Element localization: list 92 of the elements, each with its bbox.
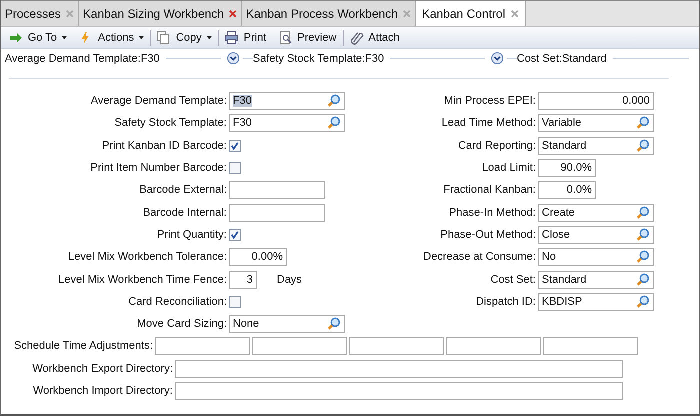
field-label: Level Mix Workbench Tolerance: xyxy=(67,251,227,264)
toolbar-button[interactable]: Actions xyxy=(73,30,150,44)
field-label: Barcode Internal: xyxy=(142,206,227,219)
input-field[interactable] xyxy=(155,337,250,356)
lookup-field[interactable]: Close xyxy=(538,226,654,244)
search-icon[interactable] xyxy=(327,116,341,130)
tab-label: Kanban Process Workbench xyxy=(246,6,398,20)
input-field[interactable] xyxy=(446,337,541,356)
input-field[interactable] xyxy=(175,360,623,378)
close-icon[interactable] xyxy=(510,10,518,18)
arrow-icon xyxy=(9,30,23,44)
field-label: Lead Time Method: xyxy=(440,117,536,130)
field-label: Fractional Kanban: xyxy=(442,184,536,196)
field-label: Phase-In Method: xyxy=(448,206,536,219)
field-label: Dispatch ID: xyxy=(475,296,536,308)
summary-label: Cost Set:Standard xyxy=(517,52,607,64)
input-field[interactable] xyxy=(252,337,347,356)
lookup-field[interactable]: F30 xyxy=(229,92,345,110)
input-field[interactable]: 0.000 xyxy=(538,92,654,110)
caret-icon xyxy=(139,36,144,40)
search-icon[interactable] xyxy=(636,228,650,242)
lookup-field[interactable]: Standard xyxy=(538,270,654,289)
paperclip-icon xyxy=(350,30,364,44)
input-field[interactable] xyxy=(229,181,325,200)
tab-label: Kanban Control xyxy=(422,6,506,20)
copy-icon xyxy=(157,30,172,44)
tab[interactable]: Kanban Sizing Workbench xyxy=(79,1,242,26)
field-label: Min Process EPEI: xyxy=(443,95,536,108)
toolbar-button[interactable]: Print xyxy=(218,30,273,44)
tab[interactable]: Kanban Control xyxy=(416,1,526,26)
search-icon[interactable] xyxy=(636,294,650,309)
input-field[interactable]: 0.00% xyxy=(229,248,287,266)
tab-label: Processes xyxy=(5,6,62,20)
summary-label: Average Demand Template:F30 xyxy=(5,52,160,64)
field-label: Workbench Export Directory: xyxy=(32,362,173,375)
search-icon[interactable] xyxy=(636,116,650,130)
field-label: Print Kanban ID Barcode: xyxy=(101,140,227,152)
field-label: Level Mix Workbench Time Fence: xyxy=(57,274,227,286)
lookup-field[interactable]: KBDISP xyxy=(538,292,654,311)
preview-icon xyxy=(278,30,293,44)
field-label: Decrease at Consume: xyxy=(422,251,536,264)
tab[interactable]: Processes xyxy=(1,1,80,26)
toolbar-button[interactable]: Copy xyxy=(151,30,218,44)
lookup-field[interactable]: No xyxy=(538,248,654,266)
input-field[interactable]: 0.0% xyxy=(538,181,596,200)
field-label: Cost Set: xyxy=(490,274,536,286)
search-icon[interactable] xyxy=(327,317,341,332)
summary-label: Safety Stock Template:F30 xyxy=(253,52,384,64)
field-label: Load Limit: xyxy=(481,162,536,174)
search-icon[interactable] xyxy=(636,206,650,220)
checkbox[interactable] xyxy=(229,162,241,174)
field-label: Average Demand Template: xyxy=(90,95,227,108)
input-field[interactable] xyxy=(349,337,444,356)
expand-icon[interactable] xyxy=(491,52,504,65)
checkbox[interactable] xyxy=(229,296,241,308)
field-label: Phase-Out Method: xyxy=(440,228,536,241)
input-field[interactable]: 3 xyxy=(229,270,257,289)
close-icon[interactable] xyxy=(229,10,238,18)
lookup-field[interactable]: F30 xyxy=(229,114,345,132)
unit-label: Days xyxy=(277,274,302,286)
caret-icon xyxy=(62,36,68,40)
input-field[interactable] xyxy=(543,337,638,356)
checkbox[interactable] xyxy=(229,228,241,241)
checkbox[interactable] xyxy=(229,140,241,152)
field-label: Barcode External: xyxy=(138,184,227,196)
caret-icon xyxy=(206,36,212,40)
expand-icon[interactable] xyxy=(227,52,240,65)
toolbar-button[interactable]: Go To xyxy=(3,30,74,44)
lookup-field[interactable]: Create xyxy=(538,204,654,222)
field-label: Print Item Number Barcode: xyxy=(90,162,227,174)
search-icon[interactable] xyxy=(636,138,650,153)
field-label: Safety Stock Template: xyxy=(114,117,227,130)
field-label: Move Card Sizing: xyxy=(136,318,227,330)
search-icon[interactable] xyxy=(636,250,650,264)
search-icon[interactable] xyxy=(636,272,650,287)
field-label: Card Reconciliation: xyxy=(128,296,227,308)
printer-icon xyxy=(224,30,239,44)
lookup-field[interactable]: None xyxy=(229,315,345,334)
field-label: Schedule Time Adjustments: xyxy=(13,340,153,352)
search-icon[interactable] xyxy=(327,94,341,108)
lookup-field[interactable]: Standard xyxy=(538,136,654,155)
tab-label: Kanban Sizing Workbench xyxy=(83,6,224,20)
lookup-field[interactable]: Variable xyxy=(538,114,654,132)
toolbar-button[interactable]: Attach xyxy=(344,30,406,44)
field-label: Workbench Import Directory: xyxy=(32,385,173,397)
input-field[interactable] xyxy=(229,204,325,222)
field-label: Print Quantity: xyxy=(156,228,227,241)
toolbar-button[interactable]: Preview xyxy=(272,30,343,44)
tab[interactable]: Kanban Process Workbench xyxy=(242,1,416,26)
input-field[interactable] xyxy=(175,382,623,400)
input-field[interactable]: 90.0% xyxy=(538,159,596,178)
field-label: Card Reporting: xyxy=(457,140,536,152)
